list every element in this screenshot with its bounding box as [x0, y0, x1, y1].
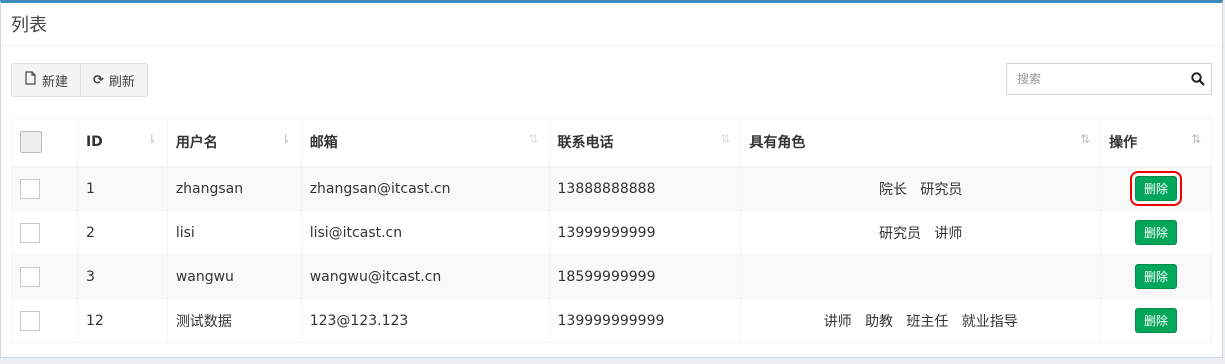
panel-title: 列表 [11, 15, 47, 36]
id-cell: 2 [76, 210, 168, 255]
id-cell: 1 [76, 166, 168, 211]
panel-header: 列表 [1, 3, 1222, 46]
table-row: 3 wangwu wangwu@itcast.cn 18599999999 删除 [11, 254, 1212, 299]
new-button-label: 新建 [42, 74, 69, 90]
sort-icon: ⇅ [1190, 132, 1201, 146]
email-cell: 123@123.123 [300, 298, 550, 343]
email-cell: wangwu@itcast.cn [300, 254, 550, 299]
sort-desc-icon: ⇂ [280, 132, 291, 146]
sort-icon: ⇅ [1080, 132, 1091, 146]
row-select-cell [11, 254, 78, 299]
column-roles[interactable]: 具有角色 ⇅ [740, 118, 1102, 168]
sort-icon: ⇅ [720, 132, 731, 146]
username-cell: zhangsan [166, 166, 302, 211]
row-select-cell [11, 298, 78, 343]
action-cell: 删除 [1100, 166, 1212, 211]
row-checkbox[interactable] [20, 222, 40, 243]
action-cell: 删除 [1100, 210, 1212, 255]
id-cell: 3 [76, 254, 168, 299]
roles-cell: 讲师 助教 班主任 就业指导 [740, 298, 1102, 343]
row-select-cell [11, 166, 78, 211]
select-all-header [11, 118, 78, 168]
username-cell: wangwu [166, 254, 302, 299]
email-cell: lisi@itcast.cn [300, 210, 550, 255]
toolbar: 新建 ⟳ 刷新 [11, 63, 148, 97]
refresh-icon: ⟳ [93, 72, 104, 88]
column-phone[interactable]: 联系电话 ⇅ [548, 118, 742, 168]
new-button[interactable]: 新建 [11, 63, 82, 97]
select-all-checkbox[interactable] [20, 131, 42, 154]
id-cell: 12 [76, 298, 168, 343]
email-cell: zhangsan@itcast.cn [300, 166, 550, 211]
list-panel: 列表 新建 ⟳ 刷新 ID ⇂ 用户名 ⇂ 邮箱 ⇅ 联系电话 ⇅ 具有角色 ⇅ [0, 0, 1223, 358]
refresh-button[interactable]: ⟳ 刷新 [81, 63, 148, 97]
table-row: 1 zhangsan zhangsan@itcast.cn 1388888888… [11, 166, 1212, 211]
action-cell: 删除 [1100, 298, 1212, 343]
row-checkbox[interactable] [20, 310, 40, 331]
table-row: 12 测试数据 123@123.123 139999999999 讲师 助教 班… [11, 298, 1212, 343]
column-id-label: ID [85, 134, 103, 151]
file-icon [24, 71, 37, 89]
search-box [1006, 63, 1212, 95]
roles-cell: 院长 研究员 [740, 166, 1102, 211]
delete-button[interactable]: 删除 [1130, 171, 1183, 207]
sort-icon: ⇅ [528, 132, 539, 146]
sort-asc-icon: ⇂ [146, 132, 157, 146]
column-username-label: 用户名 [175, 135, 218, 152]
delete-button[interactable]: 删除 [1135, 264, 1178, 289]
search-input[interactable] [1007, 64, 1185, 94]
row-checkbox[interactable] [20, 178, 40, 199]
action-cell: 删除 [1100, 254, 1212, 299]
phone-cell: 18599999999 [548, 254, 742, 299]
roles-cell: 研究员 讲师 [740, 210, 1102, 255]
delete-button[interactable]: 删除 [1135, 220, 1178, 245]
search-icon[interactable] [1185, 72, 1211, 86]
username-cell: lisi [166, 210, 302, 255]
roles-cell [740, 254, 1102, 299]
phone-cell: 13888888888 [548, 166, 742, 211]
phone-cell: 139999999999 [548, 298, 742, 343]
user-table: ID ⇂ 用户名 ⇂ 邮箱 ⇅ 联系电话 ⇅ 具有角色 ⇅ 操作 ⇅ 1 zhangsan … [11, 118, 1212, 343]
column-id[interactable]: ID ⇂ [76, 118, 168, 168]
column-phone-label: 联系电话 [557, 135, 614, 152]
table-row: 2 lisi lisi@itcast.cn 13999999999 研究员 讲师… [11, 210, 1212, 255]
column-action[interactable]: 操作 ⇅ [1100, 118, 1212, 168]
column-email-label: 邮箱 [309, 135, 338, 152]
username-cell: 测试数据 [166, 298, 302, 343]
row-select-cell [11, 210, 78, 255]
column-roles-label: 具有角色 [749, 135, 806, 152]
refresh-button-label: 刷新 [108, 74, 135, 90]
column-email[interactable]: 邮箱 ⇅ [300, 118, 550, 168]
column-username[interactable]: 用户名 ⇂ [166, 118, 302, 168]
delete-button[interactable]: 删除 [1135, 308, 1178, 333]
row-checkbox[interactable] [20, 266, 40, 287]
phone-cell: 13999999999 [548, 210, 742, 255]
table-header-row: ID ⇂ 用户名 ⇂ 邮箱 ⇅ 联系电话 ⇅ 具有角色 ⇅ 操作 ⇅ [11, 118, 1212, 168]
column-action-label: 操作 [1109, 135, 1138, 152]
